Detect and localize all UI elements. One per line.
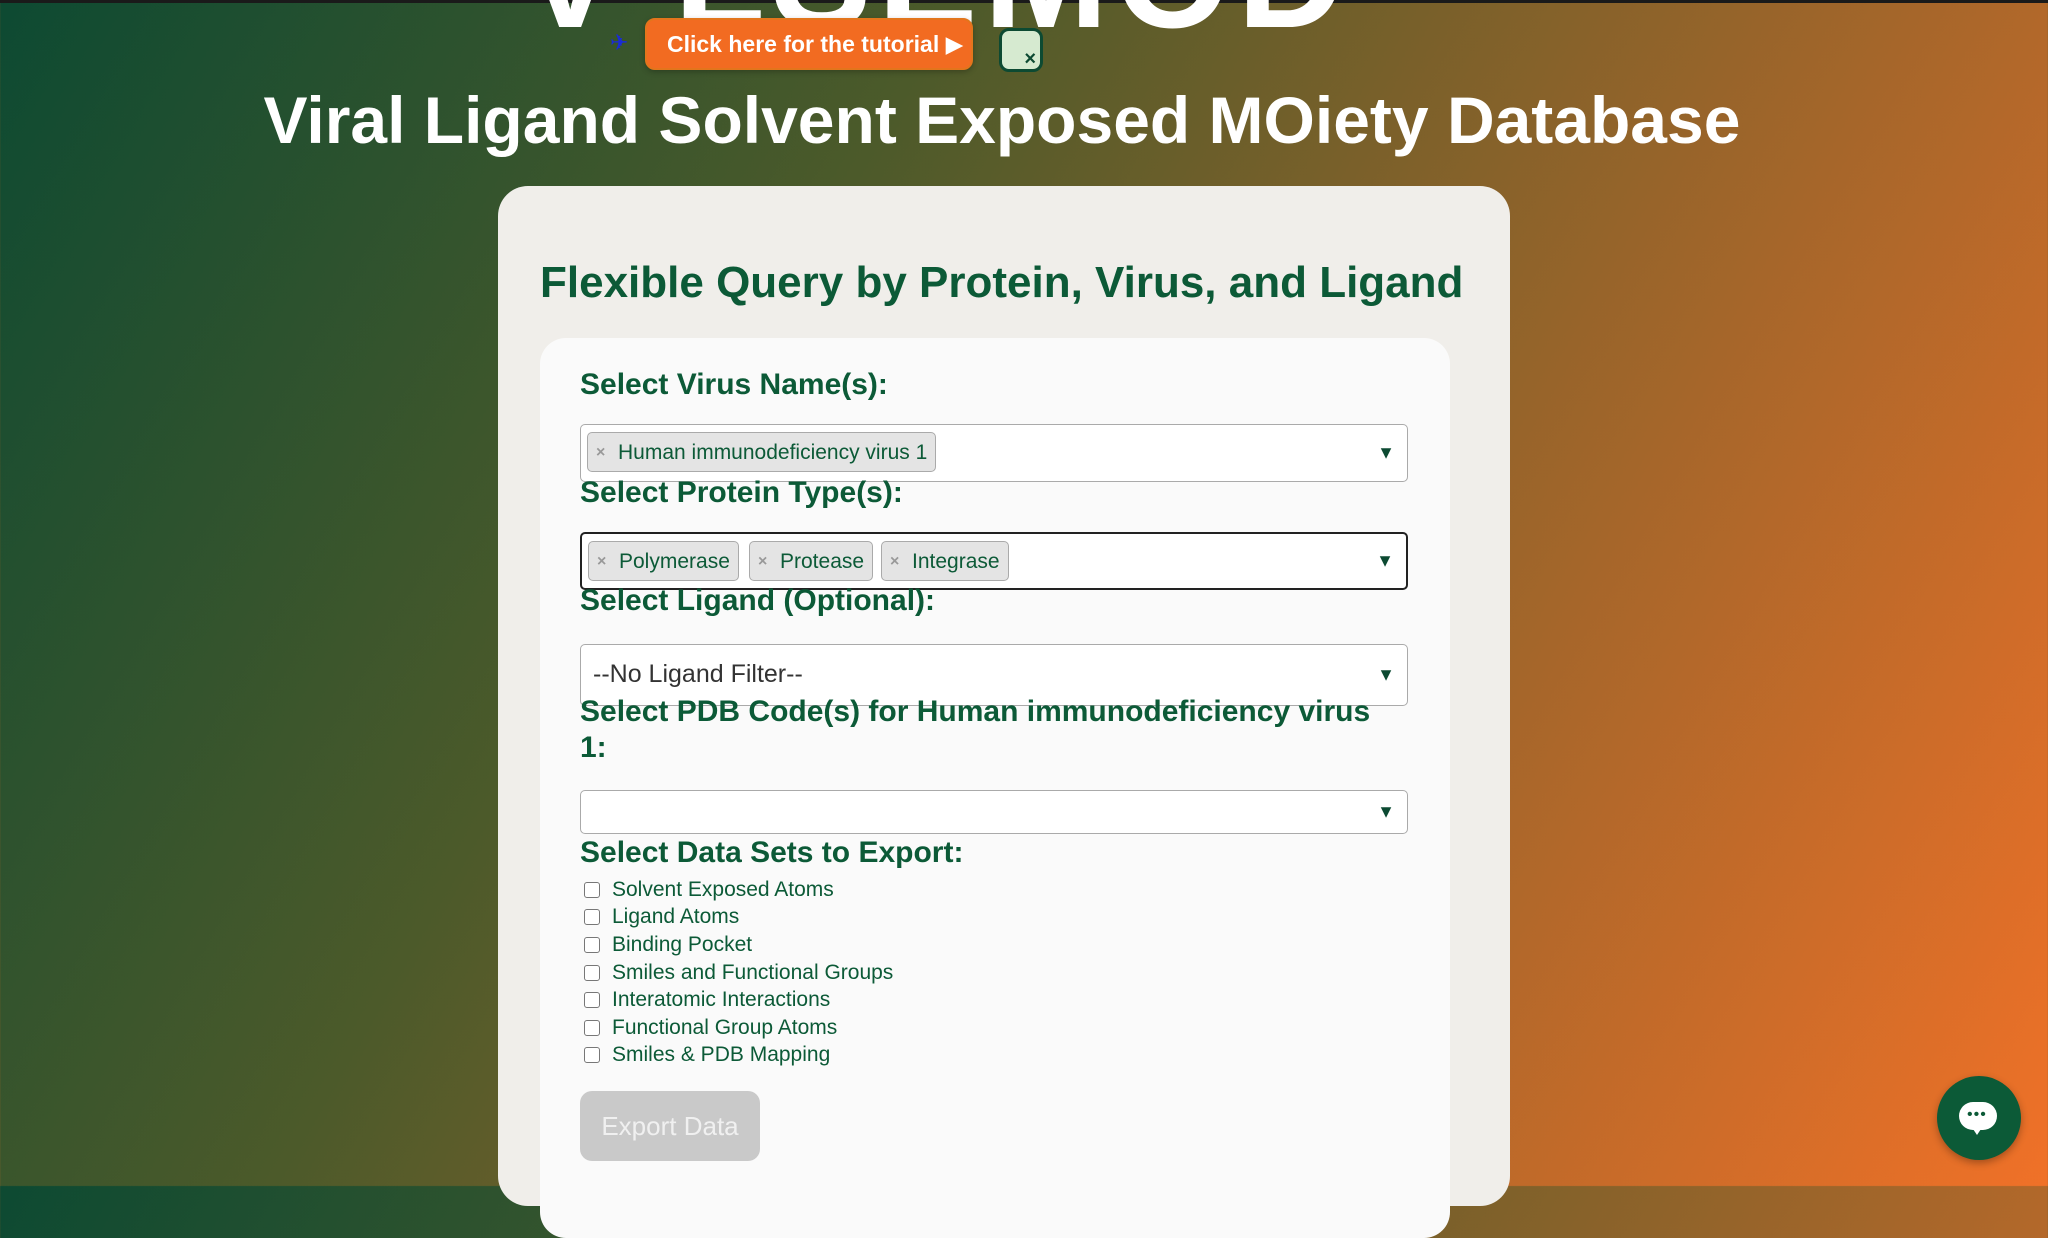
chip-label: Integrase [912,550,1000,573]
plane-icon: ✈ [610,30,629,55]
chevron-down-icon[interactable]: ▼ [1377,802,1395,823]
export-label: Select Data Sets to Export: [580,836,964,869]
protein-label: Select Protein Type(s): [580,476,903,509]
remove-chip-icon[interactable]: × [890,542,899,582]
card-title: Flexible Query by Protein, Virus, and Li… [540,258,1464,307]
chip-label: Human immunodeficiency virus 1 [618,441,928,464]
remove-chip-icon[interactable]: × [597,542,606,582]
chevron-down-icon[interactable]: ▼ [1377,443,1395,464]
dataset-option[interactable]: Interatomic Interactions [584,986,893,1014]
chat-dots: ••• [1967,1106,1987,1123]
chip-label: Protease [780,550,865,573]
query-form: Select Virus Name(s): × Human immunodefi… [540,338,1450,1238]
dataset-label: Binding Pocket [612,932,753,956]
dataset-label: Smiles and Functional Groups [612,960,894,984]
checkbox[interactable] [584,964,600,981]
dataset-option[interactable]: Binding Pocket [584,931,893,959]
checkbox[interactable] [584,1047,600,1064]
chip-label: Polymerase [619,550,730,573]
virus-chip[interactable]: × Human immunodeficiency virus 1 [587,432,937,473]
dataset-checklist: Solvent Exposed Atoms Ligand Atoms Bindi… [584,876,893,1069]
chevron-down-icon[interactable]: ▼ [1377,665,1395,686]
dataset-option[interactable]: Ligand Atoms [584,904,893,932]
pdb-label-line: 1: [580,731,607,764]
export-data-button[interactable]: Export Data [580,1091,760,1161]
close-icon: × [1024,48,1036,70]
dataset-label: Interatomic Interactions [612,988,831,1012]
remove-chip-icon[interactable]: × [596,433,605,473]
dataset-option[interactable]: Functional Group Atoms [584,1014,893,1042]
dataset-label: Functional Group Atoms [612,1015,838,1039]
protein-chip[interactable]: × Integrase [881,541,1009,581]
checkbox[interactable] [584,881,600,898]
ligand-label: Select Ligand (Optional): [580,584,936,617]
tutorial-button[interactable]: Click here for the tutorial ▶ [645,18,973,70]
dataset-label: Ligand Atoms [612,905,740,929]
protein-select[interactable]: × Polymerase × Protease × Integrase ▼ [580,532,1408,590]
virus-select[interactable]: × Human immunodeficiency virus 1 ▼ [580,424,1408,482]
dataset-option[interactable]: Solvent Exposed Atoms [584,876,893,904]
checkbox[interactable] [584,909,600,926]
checkbox[interactable] [584,1019,600,1036]
pdb-label: Select PDB Code(s) for Human immunodefic… [580,694,1370,766]
dataset-label: Solvent Exposed Atoms [612,877,834,901]
close-tutorial-button[interactable]: × [999,28,1043,72]
pdb-label-line: Select PDB Code(s) for Human immunodefic… [580,695,1371,728]
protein-chip[interactable]: × Protease [749,541,874,582]
chevron-down-icon[interactable]: ▼ [1376,551,1394,572]
query-card: Flexible Query by Protein, Virus, and Li… [498,186,1510,1238]
virus-label: Select Virus Name(s): [580,368,888,401]
protein-chip[interactable]: × Polymerase [588,541,739,581]
remove-chip-icon[interactable]: × [758,542,767,582]
dataset-label: Smiles & PDB Mapping [612,1043,831,1067]
dataset-option[interactable]: Smiles & PDB Mapping [584,1042,893,1070]
checkbox[interactable] [584,992,600,1009]
chat-button[interactable]: ••• [1937,1076,2021,1160]
dataset-option[interactable]: Smiles and Functional Groups [584,959,893,987]
page-subtitle: Viral Ligand Solvent Exposed MOiety Data… [263,83,1741,157]
checkbox[interactable] [584,936,600,953]
pdb-select[interactable]: ▼ [580,790,1408,834]
chat-bubble-tail [1971,1126,1983,1135]
